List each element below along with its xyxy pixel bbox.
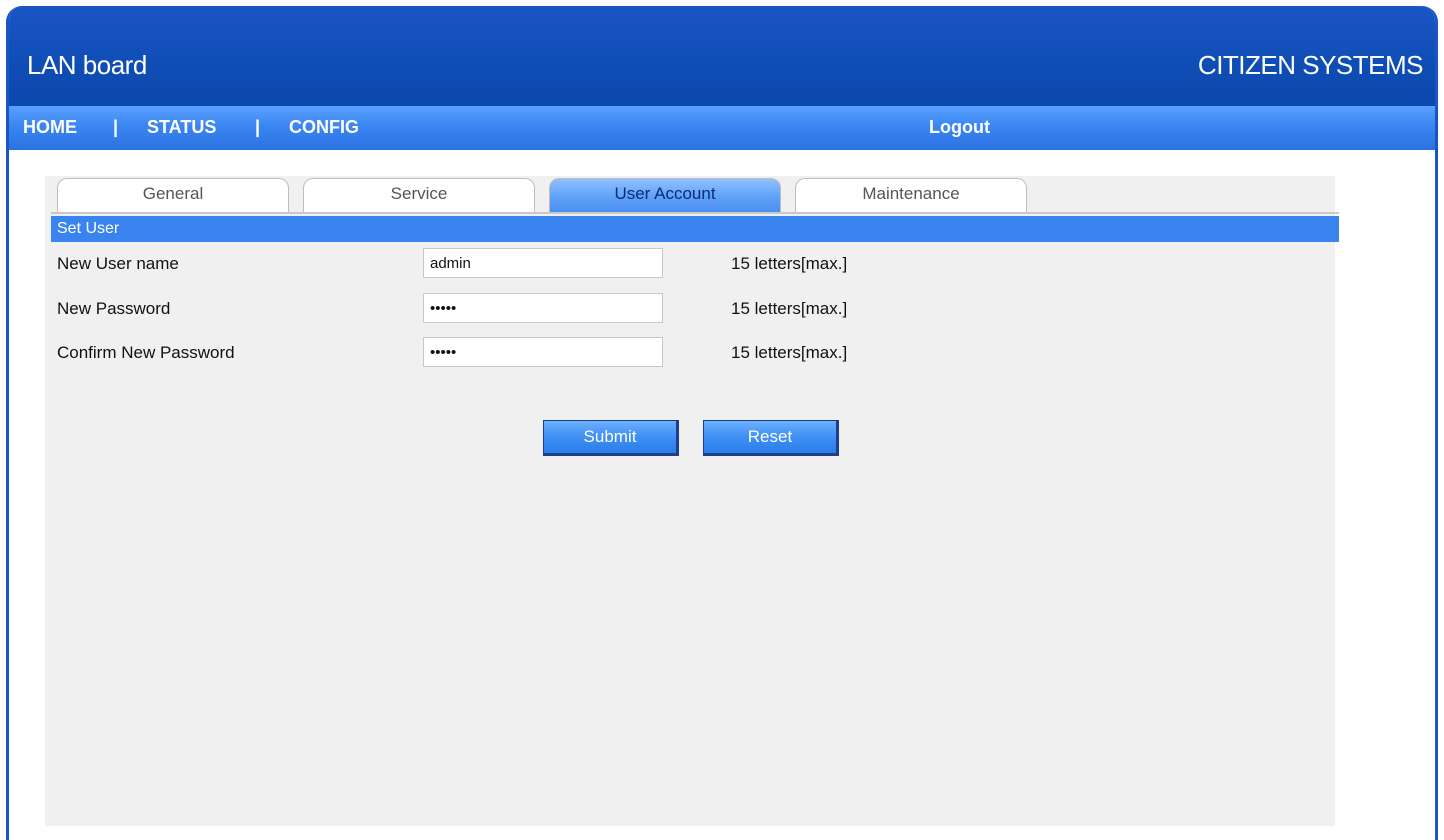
username-label: New User name — [57, 254, 179, 273]
tab-maintenance[interactable]: Maintenance — [795, 178, 1027, 212]
brand-name: CITIZEN SYSTEMS — [1197, 50, 1424, 80]
nav-home-link[interactable]: HOME — [23, 117, 77, 138]
username-input[interactable] — [423, 248, 663, 278]
nav-separator: | — [255, 117, 261, 137]
nav-status-link[interactable]: STATUS — [147, 117, 216, 138]
confirm-password-hint: 15 letters[max.] — [731, 343, 848, 362]
form-row-password: New Password 15 letters[max.] — [51, 293, 1051, 327]
password-label: New Password — [57, 299, 171, 318]
tab-general[interactable]: General — [57, 178, 289, 212]
nav-config-link[interactable]: CONFIG — [289, 117, 359, 138]
username-hint: 15 letters[max.] — [731, 254, 848, 273]
nav-bar: HOME | STATUS | CONFIG Logout — [9, 106, 1435, 150]
section-title: Set User — [51, 216, 1339, 242]
logout-link[interactable]: Logout — [929, 117, 990, 138]
password-hint: 15 letters[max.] — [731, 299, 848, 318]
submit-button[interactable]: Submit — [543, 420, 679, 456]
app-frame: LAN board CITIZEN SYSTEMS HOME | STATUS … — [6, 6, 1438, 840]
tab-service[interactable]: Service — [303, 178, 535, 212]
tab-strip: General Service User Account Maintenance — [51, 176, 1339, 214]
confirm-password-input[interactable] — [423, 337, 663, 367]
app-title: LAN board — [27, 50, 147, 80]
confirm-password-label: Confirm New Password — [57, 343, 235, 362]
tab-user-account[interactable]: User Account — [549, 178, 781, 212]
form-row-username: New User name 15 letters[max.] — [51, 248, 1051, 282]
header-bar: LAN board CITIZEN SYSTEMS — [9, 6, 1435, 106]
reset-button[interactable]: Reset — [703, 420, 839, 456]
form-row-confirm-password: Confirm New Password 15 letters[max.] — [51, 337, 1051, 371]
nav-separator: | — [113, 117, 119, 137]
password-input[interactable] — [423, 293, 663, 323]
